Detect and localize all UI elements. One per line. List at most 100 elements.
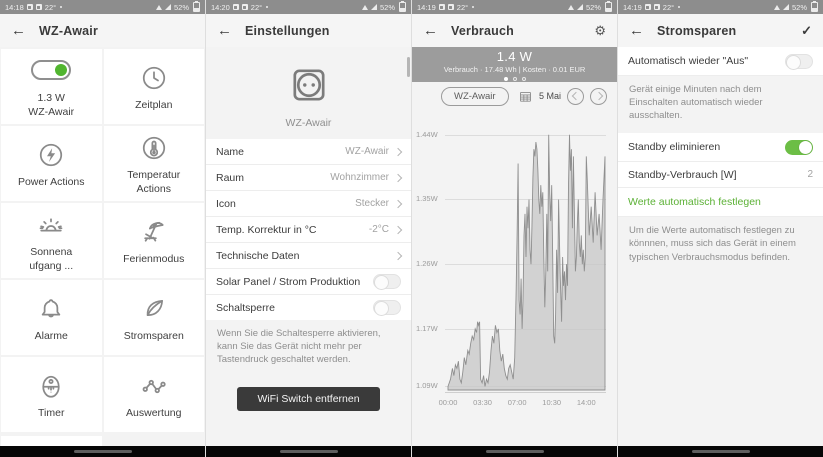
tile-stromsparen[interactable]: Stromsparen — [104, 280, 205, 355]
clock-icon — [139, 63, 169, 93]
wifi-icon — [774, 5, 780, 10]
battery-percent: 52% — [792, 3, 807, 12]
current-power-value: 1.4 W — [497, 49, 532, 64]
row-label: Automatisch wieder "Aus" — [628, 55, 748, 67]
status-time: 14:18 — [5, 3, 24, 12]
page-dot[interactable] — [513, 77, 517, 81]
standby-toggle[interactable] — [785, 140, 813, 155]
confirm-check-icon[interactable]: ✓ — [801, 23, 812, 39]
tile-zeitplan[interactable]: Zeitplan — [104, 49, 205, 124]
app-bar: ← Stromsparen ✓ — [618, 14, 823, 47]
schaltsperre-toggle[interactable] — [373, 300, 401, 315]
home-indicator[interactable] — [280, 450, 338, 453]
row-value: Stecker — [355, 198, 389, 209]
row-label: Raum — [216, 172, 244, 184]
line-chart-icon — [138, 371, 170, 401]
screen-powersave: 14:19 22° 52% ← Stromsparen ✓ Automatisc… — [617, 0, 823, 457]
tile-timer[interactable]: Timer — [1, 357, 102, 432]
device-toggle-on[interactable] — [31, 60, 71, 80]
row-label: Technische Daten — [216, 250, 299, 262]
tile-power-actions[interactable]: Power Actions — [1, 126, 102, 201]
settings-row-name[interactable]: Name WZ-Awair — [206, 139, 411, 165]
device-tile-grid: 1.3 W WZ-Awair Zeitplan Power Actions Te… — [0, 47, 205, 432]
notification-dot-icon — [60, 6, 62, 8]
tile-label: Ferienmodus — [123, 253, 184, 267]
back-arrow-icon[interactable]: ← — [629, 23, 644, 38]
page-dot-active[interactable] — [504, 77, 508, 81]
remove-device-button[interactable]: WiFi Switch entfernen — [237, 387, 379, 411]
auto-set-note: Um die Werte automatisch festlegen zu kö… — [618, 217, 823, 270]
standby-value-row[interactable]: Standby-Verbrauch [W] 2 — [618, 162, 823, 188]
tile-label-2: ufgang ... — [29, 260, 73, 272]
scrollbar-thumb[interactable] — [407, 57, 410, 77]
chevron-right-icon — [394, 147, 402, 155]
back-arrow-icon[interactable]: ← — [423, 23, 438, 38]
tile-sonnenaufgang[interactable]: Sonnena ufgang ... — [1, 203, 102, 278]
row-label: Standby-Verbrauch [W] — [628, 169, 737, 181]
gear-icon[interactable]: ⚙ — [594, 23, 606, 39]
tile-power-toggle[interactable]: 1.3 W WZ-Awair — [1, 49, 102, 124]
tile-ferienmodus[interactable]: Ferienmodus — [104, 203, 205, 278]
previous-day-button[interactable] — [567, 88, 584, 105]
notification-dot-icon — [266, 6, 268, 8]
row-label: Icon — [216, 198, 236, 210]
tile-label: Auswertung — [126, 407, 181, 421]
settings-row-schaltsperre[interactable]: Schaltsperre — [206, 295, 411, 320]
tile-label: Power Actions — [18, 176, 85, 190]
tile-label: Alarme — [35, 330, 68, 344]
standby-row[interactable]: Standby eliminieren — [618, 133, 823, 162]
status-time: 14:20 — [211, 3, 230, 12]
chevron-right-icon — [394, 251, 402, 259]
status-bar: 14:20 22° 52% — [206, 0, 411, 14]
chevron-right-icon — [594, 92, 602, 100]
settings-row-solar-panel[interactable]: Solar Panel / Strom Produktion — [206, 269, 411, 295]
tile-auswertung[interactable]: Auswertung — [104, 357, 205, 432]
tile-label: Sonnena — [30, 246, 72, 258]
solar-panel-toggle[interactable] — [373, 274, 401, 289]
standby-list: Standby eliminieren Standby-Verbrauch [W… — [618, 133, 823, 217]
notification-dot-icon — [472, 6, 474, 8]
settings-row-temp-korrektur[interactable]: Temp. Korrektur in °C -2°C — [206, 217, 411, 243]
tile-power-value: 1.3 W — [38, 92, 65, 104]
home-indicator[interactable] — [486, 450, 544, 453]
signal-icon — [783, 4, 789, 10]
settings-row-technische-daten[interactable]: Technische Daten — [206, 243, 411, 269]
screen-device: 14:18 22° 52% ← WZ-Awair 1.3 W WZ-Awair — [0, 0, 205, 457]
device-name-label: WZ-Awair — [286, 117, 332, 129]
row-value: Wohnzimmer — [330, 172, 389, 183]
tile-alarme[interactable]: Alarme — [1, 280, 102, 355]
page-dot[interactable] — [522, 77, 526, 81]
home-indicator[interactable] — [74, 450, 132, 453]
calendar-icon[interactable] — [518, 89, 533, 104]
wifi-icon — [568, 5, 574, 10]
notification-icon — [645, 4, 651, 10]
settings-row-raum[interactable]: Raum Wohnzimmer — [206, 165, 411, 191]
device-filter-chip[interactable]: WZ-Awair — [441, 87, 509, 106]
chevron-right-icon — [394, 225, 402, 233]
back-arrow-icon[interactable]: ← — [217, 23, 232, 38]
consumption-cost-summary: Verbrauch · 17.48 Wh | Kosten · 0.01 EUR — [444, 65, 586, 74]
chevron-left-icon — [571, 92, 579, 100]
selected-date: 5 Mai — [539, 91, 561, 101]
temperature-indicator: 22° — [45, 3, 56, 12]
sunrise-icon — [35, 210, 67, 240]
tile-temperatur-actions[interactable]: Temperatur Actions — [104, 126, 205, 201]
battery-percent: 52% — [586, 3, 601, 12]
temperature-indicator: 22° — [663, 3, 674, 12]
back-arrow-icon[interactable]: ← — [11, 23, 26, 38]
next-day-button[interactable] — [590, 88, 607, 105]
page-title: Einstellungen — [245, 24, 330, 38]
battery-percent: 52% — [174, 3, 189, 12]
settings-row-icon[interactable]: Icon Stecker — [206, 191, 411, 217]
android-nav-bar — [206, 446, 411, 457]
tile-label: Temperatur — [127, 169, 180, 181]
battery-icon — [605, 2, 612, 12]
notification-icon — [439, 4, 445, 10]
auto-off-toggle[interactable] — [785, 54, 813, 69]
notification-icon — [27, 4, 33, 10]
notification-dot-icon — [678, 6, 680, 8]
auto-set-values-link[interactable]: Werte automatisch festlegen — [618, 188, 823, 217]
auto-off-row[interactable]: Automatisch wieder "Aus" — [618, 47, 823, 76]
home-indicator[interactable] — [692, 450, 750, 453]
settings-list: Name WZ-Awair Raum Wohnzimmer Icon Steck… — [206, 139, 411, 320]
